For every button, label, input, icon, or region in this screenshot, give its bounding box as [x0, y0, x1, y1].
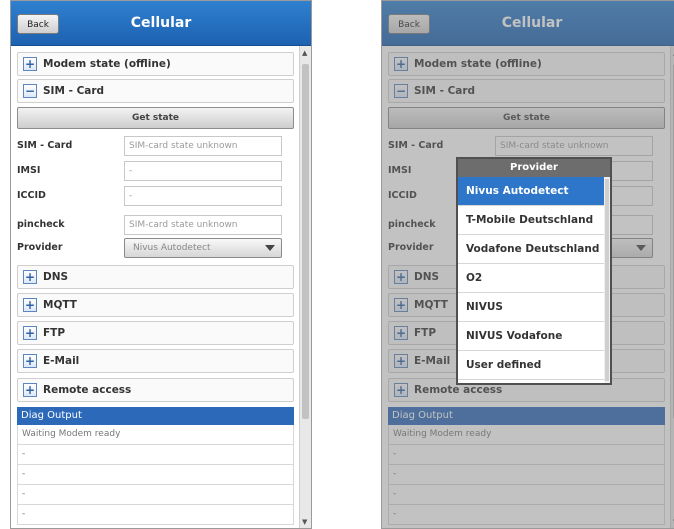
section-label: Remote access: [43, 384, 132, 396]
section-email[interactable]: + E-Mail: [17, 349, 294, 373]
diag-output-header: Diag Output: [17, 407, 294, 425]
pincheck-label: pincheck: [17, 219, 65, 230]
provider-popup: Provider Nivus Autodetect T-Mobile Deuts…: [456, 157, 612, 385]
provider-popup-title: Provider: [458, 159, 610, 177]
section-label: SIM - Card: [43, 85, 105, 97]
plus-icon: +: [23, 298, 37, 312]
provider-option-nivus-autodetect[interactable]: Nivus Autodetect: [458, 177, 610, 206]
diag-line: -: [17, 485, 294, 505]
scrollbar-thumb[interactable]: [302, 64, 309, 419]
pincheck-field[interactable]: SIM-card state unknown: [124, 215, 282, 235]
cellular-screen: Back Cellular + Modem state (offline) − …: [10, 0, 312, 529]
minus-icon: −: [23, 84, 37, 98]
get-state-button[interactable]: Get state: [17, 107, 294, 129]
section-label: DNS: [43, 271, 69, 283]
diag-line: Waiting Modem ready: [17, 425, 294, 445]
provider-select[interactable]: Nivus Autodetect: [124, 238, 282, 258]
scroll-down-icon[interactable]: ▼: [302, 518, 307, 526]
section-mqtt[interactable]: + MQTT: [17, 293, 294, 317]
provider-option-t-mobile[interactable]: T-Mobile Deutschland: [458, 206, 610, 235]
section-label: FTP: [43, 327, 66, 339]
provider-option-nivus[interactable]: NIVUS: [458, 293, 610, 322]
plus-icon: +: [23, 354, 37, 368]
section-remote-access[interactable]: + Remote access: [17, 378, 294, 402]
imsi-field[interactable]: -: [124, 161, 282, 181]
section-sim-card[interactable]: − SIM - Card: [17, 79, 294, 103]
sim-card-label: SIM - Card: [17, 140, 73, 151]
diag-line: -: [17, 465, 294, 485]
plus-icon: +: [23, 57, 37, 71]
section-label: Modem state (offline): [43, 58, 171, 70]
settings-list: + Modem state (offline) − SIM - Card Get…: [11, 46, 299, 528]
iccid-label: ICCID: [17, 190, 46, 201]
provider-label: Provider: [17, 242, 63, 253]
caret-down-icon: [265, 245, 275, 251]
vertical-scrollbar[interactable]: ▲ ▼: [299, 46, 311, 528]
section-dns[interactable]: + DNS: [17, 265, 294, 289]
provider-select-value: Nivus Autodetect: [133, 243, 211, 253]
popup-scrollbar-thumb[interactable]: [605, 179, 609, 381]
section-ftp[interactable]: + FTP: [17, 321, 294, 345]
plus-icon: +: [23, 326, 37, 340]
imsi-label: IMSI: [17, 165, 41, 176]
scroll-up-icon[interactable]: ▲: [302, 49, 307, 57]
cellular-screen-provider-open: Back Cellular + Modem state (offline) − …: [381, 0, 674, 529]
plus-icon: +: [23, 270, 37, 284]
plus-icon: +: [23, 383, 37, 397]
provider-option-user-defined[interactable]: User defined: [458, 351, 610, 380]
diag-line: -: [17, 505, 294, 525]
section-label: E-Mail: [43, 355, 80, 367]
section-label: MQTT: [43, 299, 77, 311]
sim-card-field[interactable]: SIM-card state unknown: [124, 136, 282, 156]
header-bar: Back Cellular: [11, 1, 311, 46]
page-title: Cellular: [130, 15, 192, 31]
provider-option-vodafone[interactable]: Vodafone Deutschland: [458, 235, 610, 264]
provider-option-o2[interactable]: O2: [458, 264, 610, 293]
provider-option-nivus-vodafone[interactable]: NIVUS Vodafone: [458, 322, 610, 351]
iccid-field[interactable]: -: [124, 186, 282, 206]
popup-scrollbar[interactable]: [604, 177, 610, 383]
diag-line: -: [17, 445, 294, 465]
section-modem-state[interactable]: + Modem state (offline): [17, 52, 294, 76]
